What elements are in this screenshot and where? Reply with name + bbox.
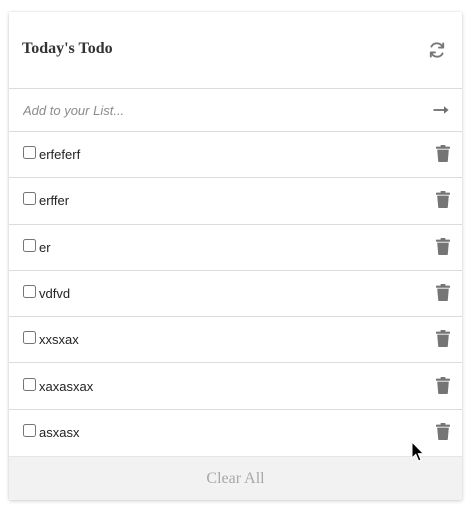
arrow-right-icon [433, 106, 449, 114]
todo-checkbox[interactable] [23, 377, 36, 391]
todo-label: erffer [39, 193, 70, 209]
trash-icon [436, 376, 450, 394]
todo-checkbox[interactable] [23, 285, 36, 299]
todo-checkbox[interactable] [23, 238, 36, 252]
todo-item-content: xxsxax [22, 331, 79, 348]
delete-todo-button[interactable] [435, 376, 451, 394]
refresh-button[interactable] [425, 38, 449, 62]
todo-item: erfeferf [9, 132, 462, 179]
trash-icon [436, 237, 450, 255]
todo-label: vdfvd [39, 286, 71, 302]
delete-todo-button[interactable] [435, 191, 451, 209]
todo-item: erffer [9, 178, 462, 225]
todo-checkbox[interactable] [23, 331, 36, 345]
todo-list: erfeferf erffer er vdfvd xxsxax xaxasxax asxas… [9, 132, 462, 456]
todo-item: asxasx [9, 410, 462, 456]
refresh-icon [429, 42, 445, 58]
todo-item: er [9, 225, 462, 271]
todo-item: xxsxax [9, 317, 462, 364]
todo-item-content: er [22, 238, 51, 255]
todo-label: xxsxax [39, 332, 79, 348]
todo-checkbox[interactable] [23, 146, 36, 160]
todo-label: er [39, 239, 51, 255]
todo-item-content: vdfvd [22, 285, 71, 302]
delete-todo-button[interactable] [435, 423, 451, 441]
add-todo-row [9, 89, 462, 132]
trash-icon [436, 191, 450, 209]
todo-label: asxasx [39, 425, 80, 441]
clear-all-button[interactable]: Clear All [9, 456, 462, 500]
delete-todo-button[interactable] [435, 237, 451, 255]
trash-icon [436, 145, 450, 163]
add-todo-button[interactable] [432, 103, 450, 117]
page-title: Today's Todo [22, 40, 113, 57]
todo-item: vdfvd [9, 271, 462, 318]
todo-label: erfeferf [39, 147, 81, 163]
delete-todo-button[interactable] [435, 145, 451, 163]
trash-icon [436, 423, 450, 441]
todo-header: Today's Todo [9, 12, 462, 89]
todo-card: Today's Todo erfeferf erffer er vdfvd xxsxax… [9, 12, 462, 500]
clear-all-label: Clear All [206, 469, 265, 487]
todo-item-content: erffer [22, 192, 70, 209]
add-todo-input[interactable] [23, 102, 403, 118]
trash-icon [436, 330, 450, 348]
todo-checkbox[interactable] [23, 424, 36, 438]
todo-label: xaxasxax [39, 378, 94, 394]
todo-item: xaxasxax [9, 363, 462, 410]
todo-item-content: asxasx [22, 424, 80, 441]
todo-item-content: xaxasxax [22, 377, 94, 394]
todo-item-content: erfeferf [22, 146, 81, 163]
delete-todo-button[interactable] [435, 284, 451, 302]
delete-todo-button[interactable] [435, 330, 451, 348]
trash-icon [436, 284, 450, 302]
todo-checkbox[interactable] [23, 192, 36, 206]
